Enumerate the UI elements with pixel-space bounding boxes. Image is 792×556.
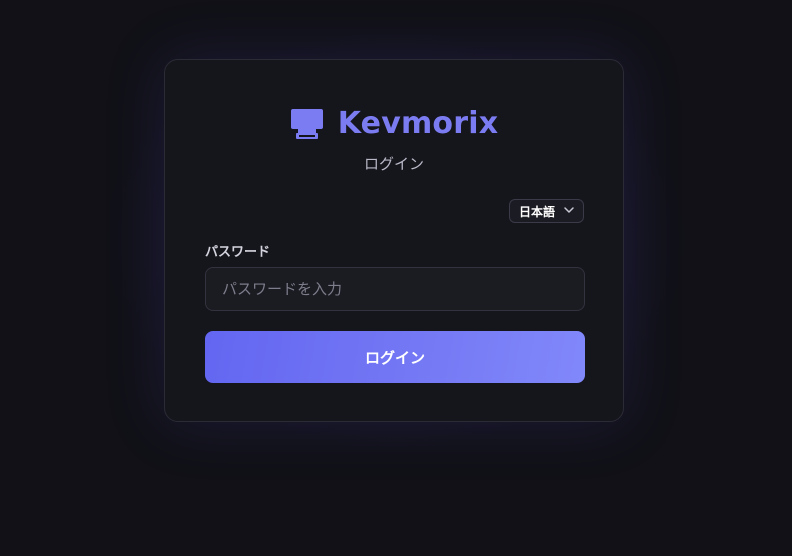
login-page: Kevmorix ログイン 日本語 パスワード ログイン: [0, 0, 792, 556]
login-button[interactable]: ログイン: [205, 331, 585, 383]
password-label: パスワード: [205, 245, 271, 260]
chevron-down-icon: [563, 204, 575, 219]
language-selected-label: 日本語: [518, 204, 555, 219]
page-subtitle: ログイン: [363, 155, 424, 173]
brand-name: Kevmorix: [337, 106, 499, 141]
brand-header: Kevmorix: [165, 106, 623, 141]
monitor-icon: [290, 107, 324, 141]
login-card: Kevmorix ログイン 日本語 パスワード ログイン: [164, 59, 624, 422]
password-input[interactable]: [205, 267, 585, 311]
language-select[interactable]: 日本語: [508, 199, 584, 223]
